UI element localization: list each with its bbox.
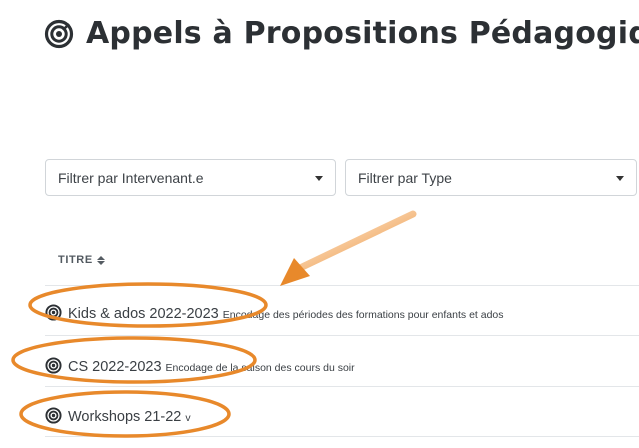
table-divider bbox=[45, 285, 639, 286]
filter-intervenant-select[interactable]: Filtrer par Intervenant.e bbox=[45, 159, 336, 196]
table-row[interactable]: Workshops 21-22 v bbox=[45, 404, 639, 425]
highlight-arrow bbox=[280, 210, 417, 286]
column-header-label: TITRE bbox=[58, 254, 93, 266]
row-title-link[interactable]: Kids & ados 2022-2023 bbox=[68, 306, 219, 322]
target-icon bbox=[44, 19, 74, 48]
page: Appels à Propositions Pédagogiques Filtr… bbox=[0, 0, 639, 448]
target-icon bbox=[45, 357, 62, 374]
row-description: Encodage des périodes des formations pou… bbox=[222, 309, 504, 321]
chevron-down-icon bbox=[315, 176, 323, 181]
row-description: v bbox=[185, 412, 191, 424]
row-title-link[interactable]: CS 2022-2023 bbox=[68, 359, 162, 375]
chevron-down-icon bbox=[616, 176, 624, 181]
table-divider bbox=[45, 386, 639, 387]
filter-type-select[interactable]: Filtrer par Type bbox=[345, 159, 637, 196]
table-row[interactable]: CS 2022-2023 Encodage de la saison des c… bbox=[45, 354, 639, 375]
sort-icon bbox=[96, 255, 105, 265]
table-divider bbox=[45, 335, 639, 336]
target-icon bbox=[45, 407, 62, 424]
filter-type-value: Filtrer par Type bbox=[358, 169, 452, 186]
column-header-titre[interactable]: TITRE bbox=[58, 254, 105, 266]
row-description: Encodage de la saison des cours du soir bbox=[165, 362, 355, 374]
page-title-text: Appels à Propositions Pédagogiques bbox=[86, 16, 639, 51]
filter-intervenant-value: Filtrer par Intervenant.e bbox=[58, 169, 204, 186]
table-divider bbox=[45, 436, 639, 437]
row-title-link[interactable]: Workshops 21-22 bbox=[68, 409, 181, 425]
annotation-overlay bbox=[11, 210, 417, 438]
table-row[interactable]: Kids & ados 2022-2023 Encodage des pério… bbox=[45, 301, 639, 322]
page-title: Appels à Propositions Pédagogiques bbox=[44, 16, 639, 51]
target-icon bbox=[45, 304, 62, 321]
